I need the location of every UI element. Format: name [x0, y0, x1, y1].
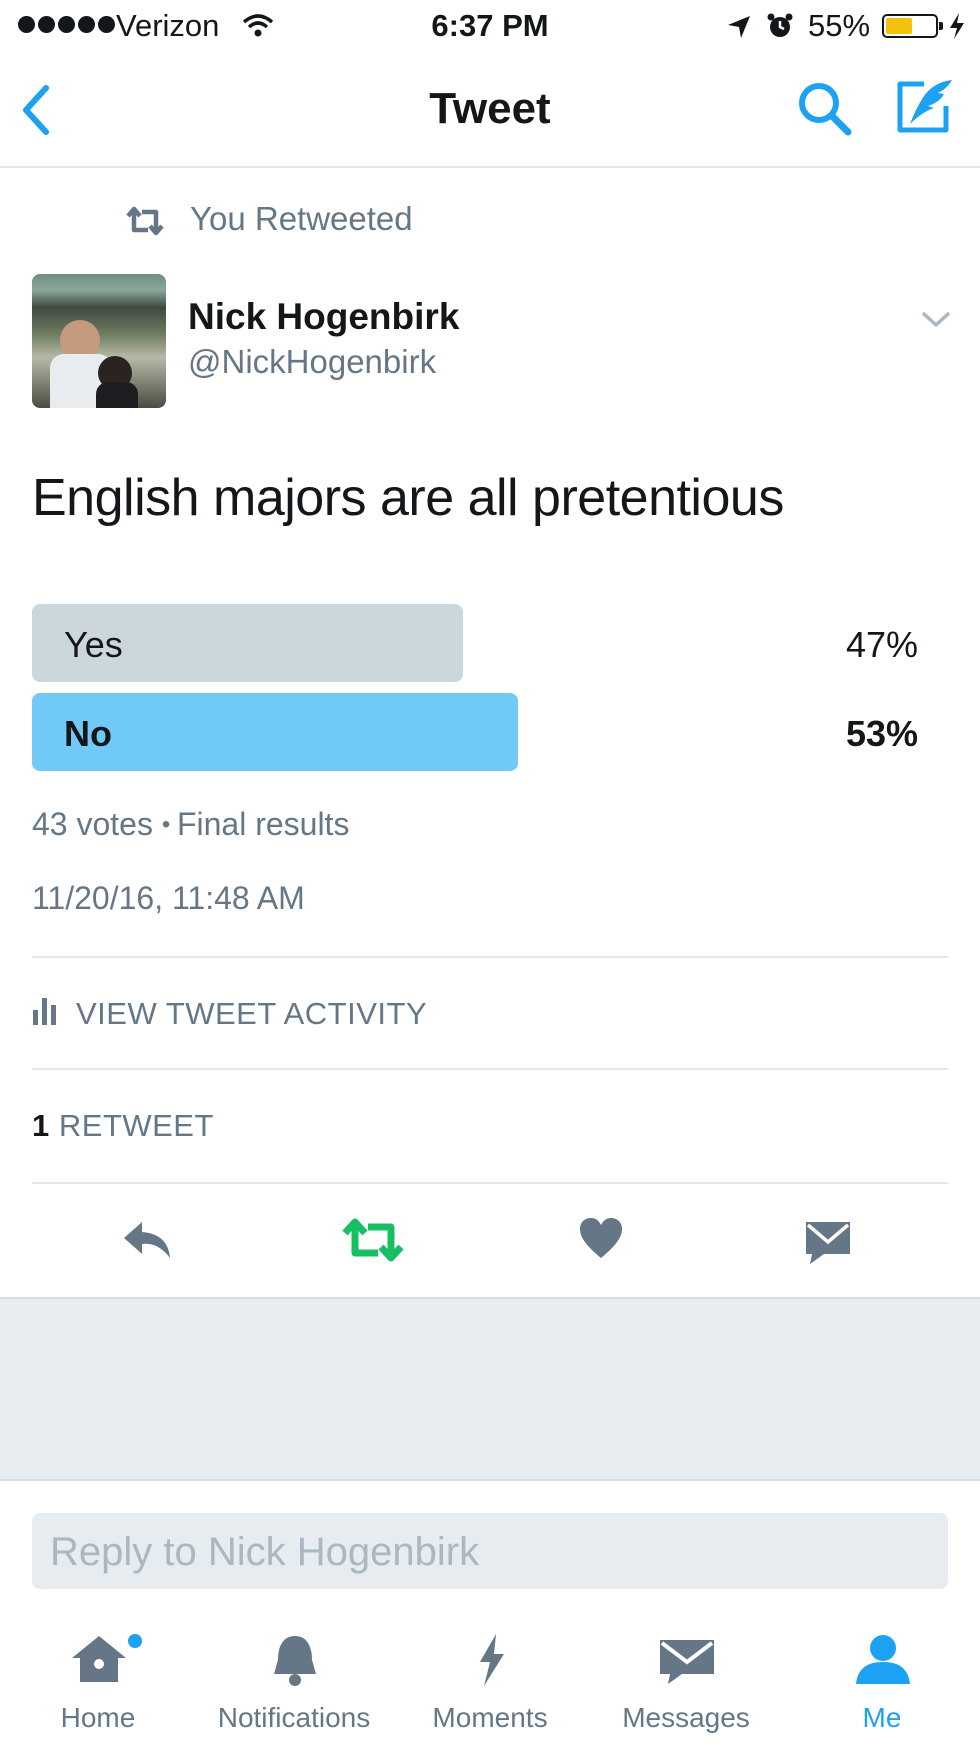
- location-arrow-icon: [728, 16, 750, 38]
- retweet-count[interactable]: 1 RETWEET: [32, 1108, 214, 1144]
- status-bar: Verizon 6:37 PM 55%: [0, 0, 980, 56]
- avatar[interactable]: [32, 274, 166, 408]
- retweet-icon[interactable]: [342, 1218, 404, 1262]
- retweet-small-icon: [126, 206, 164, 236]
- tab-me-label: Me: [862, 1702, 902, 1733]
- tweet-text: English majors are all pretentious: [32, 469, 784, 527]
- battery-icon: [882, 14, 943, 38]
- retweet-count-number: 1: [32, 1108, 50, 1143]
- like-heart-icon[interactable]: [578, 1216, 624, 1260]
- battery-percent: 55%: [808, 8, 871, 43]
- divider: [32, 1068, 948, 1070]
- poll-option-yes-percent: 47%: [845, 624, 918, 665]
- tab-moments-label: Moments: [432, 1702, 548, 1733]
- poll-option-no-label: No: [64, 713, 112, 754]
- compose-tweet-icon[interactable]: [894, 76, 956, 138]
- tab-notifications-label: Notifications: [217, 1702, 371, 1733]
- search-icon[interactable]: [796, 80, 854, 138]
- chevron-down-icon[interactable]: [920, 310, 952, 330]
- unread-indicator: [128, 1634, 142, 1648]
- divider: [32, 956, 948, 958]
- poll-votes: 43 votes: [32, 806, 153, 842]
- author-handle[interactable]: @NickHogenbirk: [188, 343, 436, 381]
- author-name[interactable]: Nick Hogenbirk: [188, 296, 459, 338]
- envelope-icon: [660, 1640, 714, 1684]
- separator-dot: •: [161, 811, 177, 838]
- retweet-context-label: You Retweeted: [190, 200, 413, 237]
- poll-meta: 43 votes • Final results: [32, 806, 349, 843]
- reply-icon[interactable]: [122, 1220, 174, 1260]
- empty-replies-area: [0, 1297, 980, 1481]
- home-icon: [72, 1636, 126, 1682]
- alarm-icon: [767, 13, 793, 37]
- charging-bolt-icon: [950, 13, 964, 39]
- view-tweet-activity-label: VIEW TWEET ACTIVITY: [76, 996, 428, 1031]
- retweet-count-label: RETWEET: [58, 1108, 214, 1143]
- direct-message-icon[interactable]: [804, 1220, 852, 1264]
- tab-messages-label: Messages: [622, 1702, 750, 1733]
- bar-chart-icon: [33, 998, 56, 1025]
- lightning-icon: [480, 1634, 504, 1686]
- navigation-bar: Tweet: [0, 56, 980, 168]
- poll-option-no-percent: 53%: [845, 713, 918, 754]
- tweet-timestamp: 11/20/16, 11:48 AM: [32, 880, 305, 916]
- reply-placeholder: Reply to Nick Hogenbirk: [50, 1530, 480, 1574]
- poll-status: Final results: [176, 806, 350, 842]
- divider: [32, 1182, 948, 1184]
- tab-home-label: Home: [60, 1702, 136, 1733]
- person-icon: [856, 1635, 910, 1684]
- poll-option-yes-label: Yes: [64, 624, 123, 665]
- bell-icon: [274, 1636, 316, 1686]
